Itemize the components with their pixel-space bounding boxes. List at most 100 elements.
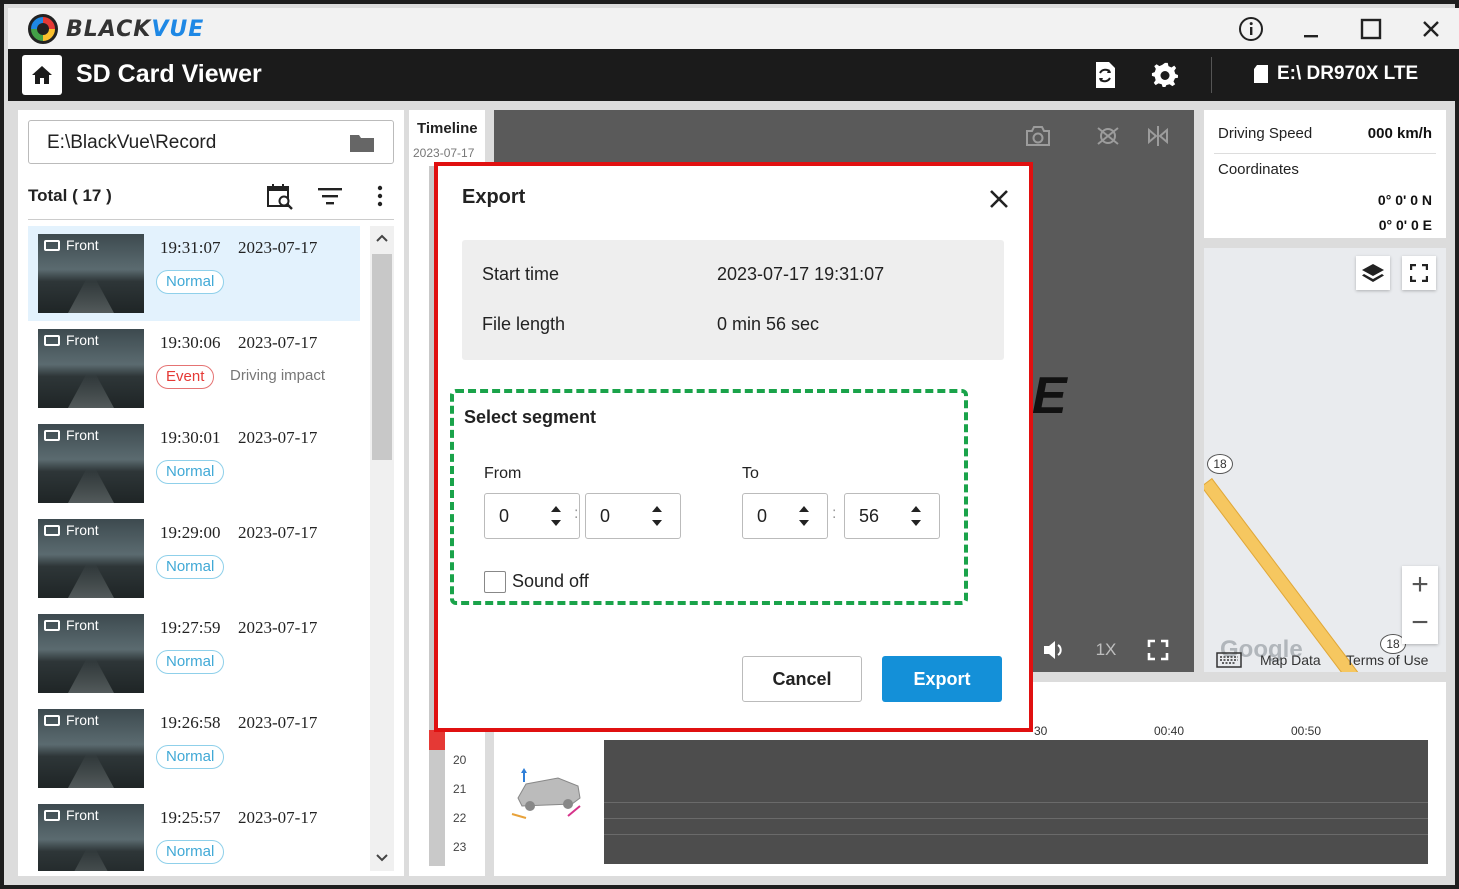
video-thumbnail: Front	[38, 424, 144, 503]
list-item[interactable]: Front 19:27:59 2023-07-17 Normal	[28, 606, 360, 701]
zoom-out-icon[interactable]: −	[1402, 604, 1438, 642]
page-title: SD Card Viewer	[76, 60, 262, 88]
flip-icon[interactable]	[1088, 120, 1128, 152]
scroll-up-icon[interactable]	[372, 228, 392, 248]
from-label: From	[484, 465, 522, 482]
device-selector[interactable]: E:\ DR970X LTE	[1253, 63, 1418, 85]
camera-icon	[44, 429, 60, 441]
timeline-marker[interactable]	[429, 730, 445, 750]
graph-baseline	[604, 834, 1428, 835]
calendar-search-icon[interactable]	[264, 180, 296, 212]
list-divider	[28, 219, 394, 220]
graph-tick: 00:50	[1291, 724, 1322, 738]
folder-icon[interactable]	[349, 133, 375, 153]
export-button[interactable]: Export	[882, 656, 1002, 702]
camera-name: Front	[66, 522, 99, 538]
recording-time: 19:31:07	[160, 238, 221, 257]
status-badge: Normal	[156, 270, 225, 294]
volume-icon[interactable]	[1038, 630, 1070, 670]
blackvue-logo-icon	[28, 14, 58, 44]
map-data-link[interactable]: Map Data	[1260, 652, 1321, 668]
recording-time: 19:27:59	[160, 618, 221, 637]
sensor-graph[interactable]	[604, 740, 1428, 864]
status-badge: Normal	[156, 840, 225, 864]
more-options-icon[interactable]	[364, 180, 396, 212]
camera-label: Front	[44, 522, 99, 538]
info-divider	[1214, 153, 1436, 154]
to-second-value: 56	[859, 506, 880, 526]
sd-card-icon	[1254, 65, 1268, 83]
list-item[interactable]: Front 19:25:57 2023-07-17 Normal	[28, 796, 360, 871]
video-thumbnail: Front	[38, 234, 144, 313]
camera-icon	[44, 714, 60, 726]
list-item[interactable]: Front 19:26:58 2023-07-17 Normal	[28, 701, 360, 796]
speed-value: 000 km/h	[1367, 125, 1432, 142]
camera-name: Front	[66, 332, 99, 348]
scroll-down-icon[interactable]	[372, 848, 392, 868]
list-item[interactable]: Front 19:29:00 2023-07-17 Normal	[28, 511, 360, 606]
total-count: Total ( 17 )	[28, 186, 112, 205]
cancel-button[interactable]: Cancel	[742, 656, 862, 702]
recording-date: 2023-07-17	[238, 428, 318, 447]
list-item[interactable]: Front 19:30:06 2023-07-17 Event Driving impa…	[28, 321, 360, 416]
home-button[interactable]	[22, 55, 62, 95]
terms-link[interactable]: Terms of Use	[1346, 652, 1428, 668]
to-minute-stepper[interactable]: 0	[742, 493, 828, 539]
graph-baseline	[604, 818, 1428, 819]
export-dialog: Export Start time 2023-07-17 19:31:07 Fi…	[434, 162, 1033, 732]
mirror-icon[interactable]	[1138, 120, 1178, 152]
close-icon[interactable]	[984, 184, 1014, 214]
camera-icon	[44, 334, 60, 346]
recording-time: 19:30:06	[160, 333, 221, 352]
recording-list: Front 19:31:07 2023-07-17 Normal Front 19:30:…	[28, 226, 360, 871]
sound-off-checkbox[interactable]	[484, 571, 506, 593]
to-second-stepper[interactable]: 56	[844, 493, 940, 539]
list-item[interactable]: Front 19:30:01 2023-07-17 Normal	[28, 416, 360, 511]
filter-icon[interactable]	[314, 180, 346, 212]
minimize-icon[interactable]	[1294, 12, 1328, 46]
recording-date: 2023-07-17	[238, 808, 318, 827]
sd-sync-icon[interactable]	[1088, 59, 1122, 91]
sound-off-label[interactable]: Sound off	[512, 571, 589, 592]
recording-time: 19:29:00	[160, 523, 221, 542]
timeline-hour: 20	[453, 753, 467, 767]
close-window-icon[interactable]	[1414, 12, 1448, 46]
recording-date: 2023-07-17	[238, 618, 318, 637]
fullscreen-icon[interactable]	[1142, 630, 1174, 670]
stepper-arrows-icon[interactable]	[909, 502, 923, 530]
from-minute-stepper[interactable]: 0	[484, 493, 580, 539]
map-zoom-control: + −	[1402, 566, 1438, 644]
scrollbar-thumb[interactable]	[372, 254, 392, 460]
stepper-arrows-icon[interactable]	[650, 502, 664, 530]
info-icon[interactable]	[1234, 12, 1268, 46]
recording-date: 2023-07-17	[238, 523, 318, 542]
route-shield: 18	[1207, 454, 1233, 474]
settings-icon[interactable]	[1148, 59, 1182, 91]
from-second-stepper[interactable]: 0	[585, 493, 681, 539]
keyboard-icon[interactable]	[1216, 652, 1242, 671]
zoom-in-icon[interactable]: +	[1402, 566, 1438, 604]
stepper-arrows-icon[interactable]	[797, 502, 811, 530]
list-scrollbar[interactable]	[370, 226, 394, 871]
map-layers-icon[interactable]	[1356, 256, 1390, 290]
file-length-label: File length	[482, 314, 566, 334]
timeline-hour: 22	[453, 811, 467, 825]
g-sensor-car-icon	[508, 764, 588, 829]
folder-path-field[interactable]: E:\BlackVue\Record	[28, 120, 394, 164]
playback-speed[interactable]: 1X	[1090, 630, 1122, 670]
title-bar: BLACKVUE	[8, 8, 1459, 49]
graph-baseline	[604, 802, 1428, 803]
camera-label: Front	[44, 712, 99, 728]
start-time-label: Start time	[482, 264, 560, 284]
list-item[interactable]: Front 19:31:07 2023-07-17 Normal	[28, 226, 360, 321]
camera-name: Front	[66, 617, 99, 633]
timeline-hour: 21	[453, 782, 467, 796]
stepper-arrows-icon[interactable]	[549, 502, 563, 530]
status-badge: Normal	[156, 460, 225, 484]
map-fullscreen-icon[interactable]	[1402, 256, 1436, 290]
status-badge: Event	[156, 365, 215, 389]
maximize-icon[interactable]	[1354, 12, 1388, 46]
camera-label: Front	[44, 237, 99, 253]
snapshot-icon[interactable]	[1018, 120, 1058, 152]
camera-icon	[44, 809, 60, 821]
